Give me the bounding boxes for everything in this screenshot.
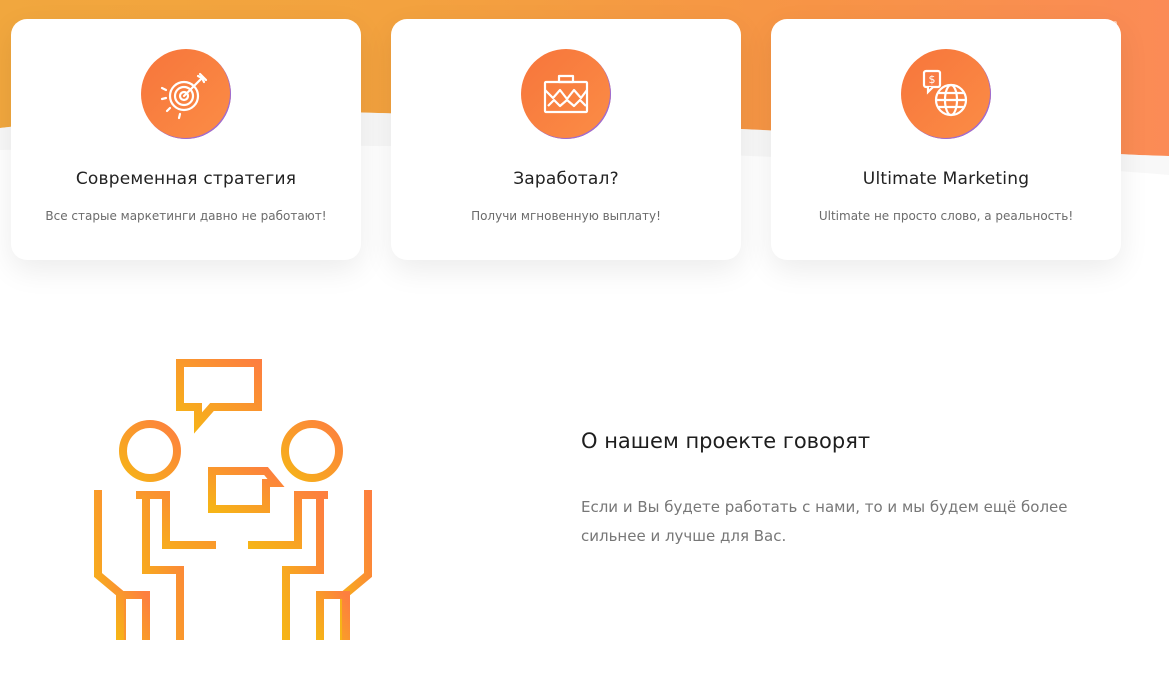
globe-dollar-icon: $	[901, 49, 991, 139]
feature-text: Ultimate не просто слово, а реальность!	[818, 209, 1074, 223]
feature-card-strategy: Современная стратегия Все старые маркети…	[11, 19, 361, 260]
about-title: О нашем проекте говорят	[581, 429, 871, 453]
feature-title: Современная стратегия	[75, 169, 297, 189]
discussion-illustration	[94, 359, 372, 640]
feature-text: Получи мгновенную выплату!	[471, 209, 661, 223]
briefcase-chart-icon	[521, 49, 611, 139]
feature-card-marketing: $ Ultimate Marketing Ultimate не просто …	[771, 19, 1121, 260]
feature-text: Все старые маркетинги давно не работают!	[45, 209, 327, 223]
feature-card-earned: Заработал? Получи мгновенную выплату!	[391, 19, 741, 260]
page: Современная стратегия Все старые маркети…	[0, 0, 1169, 686]
svg-text:$: $	[929, 73, 936, 86]
feature-cards: Современная стратегия Все старые маркети…	[0, 0, 1169, 300]
about-text: Если и Вы будете работать с нами, то и м…	[581, 498, 1068, 545]
target-icon	[141, 49, 231, 139]
feature-title: Заработал?	[513, 169, 619, 189]
feature-title: Ultimate Marketing	[862, 169, 1030, 189]
